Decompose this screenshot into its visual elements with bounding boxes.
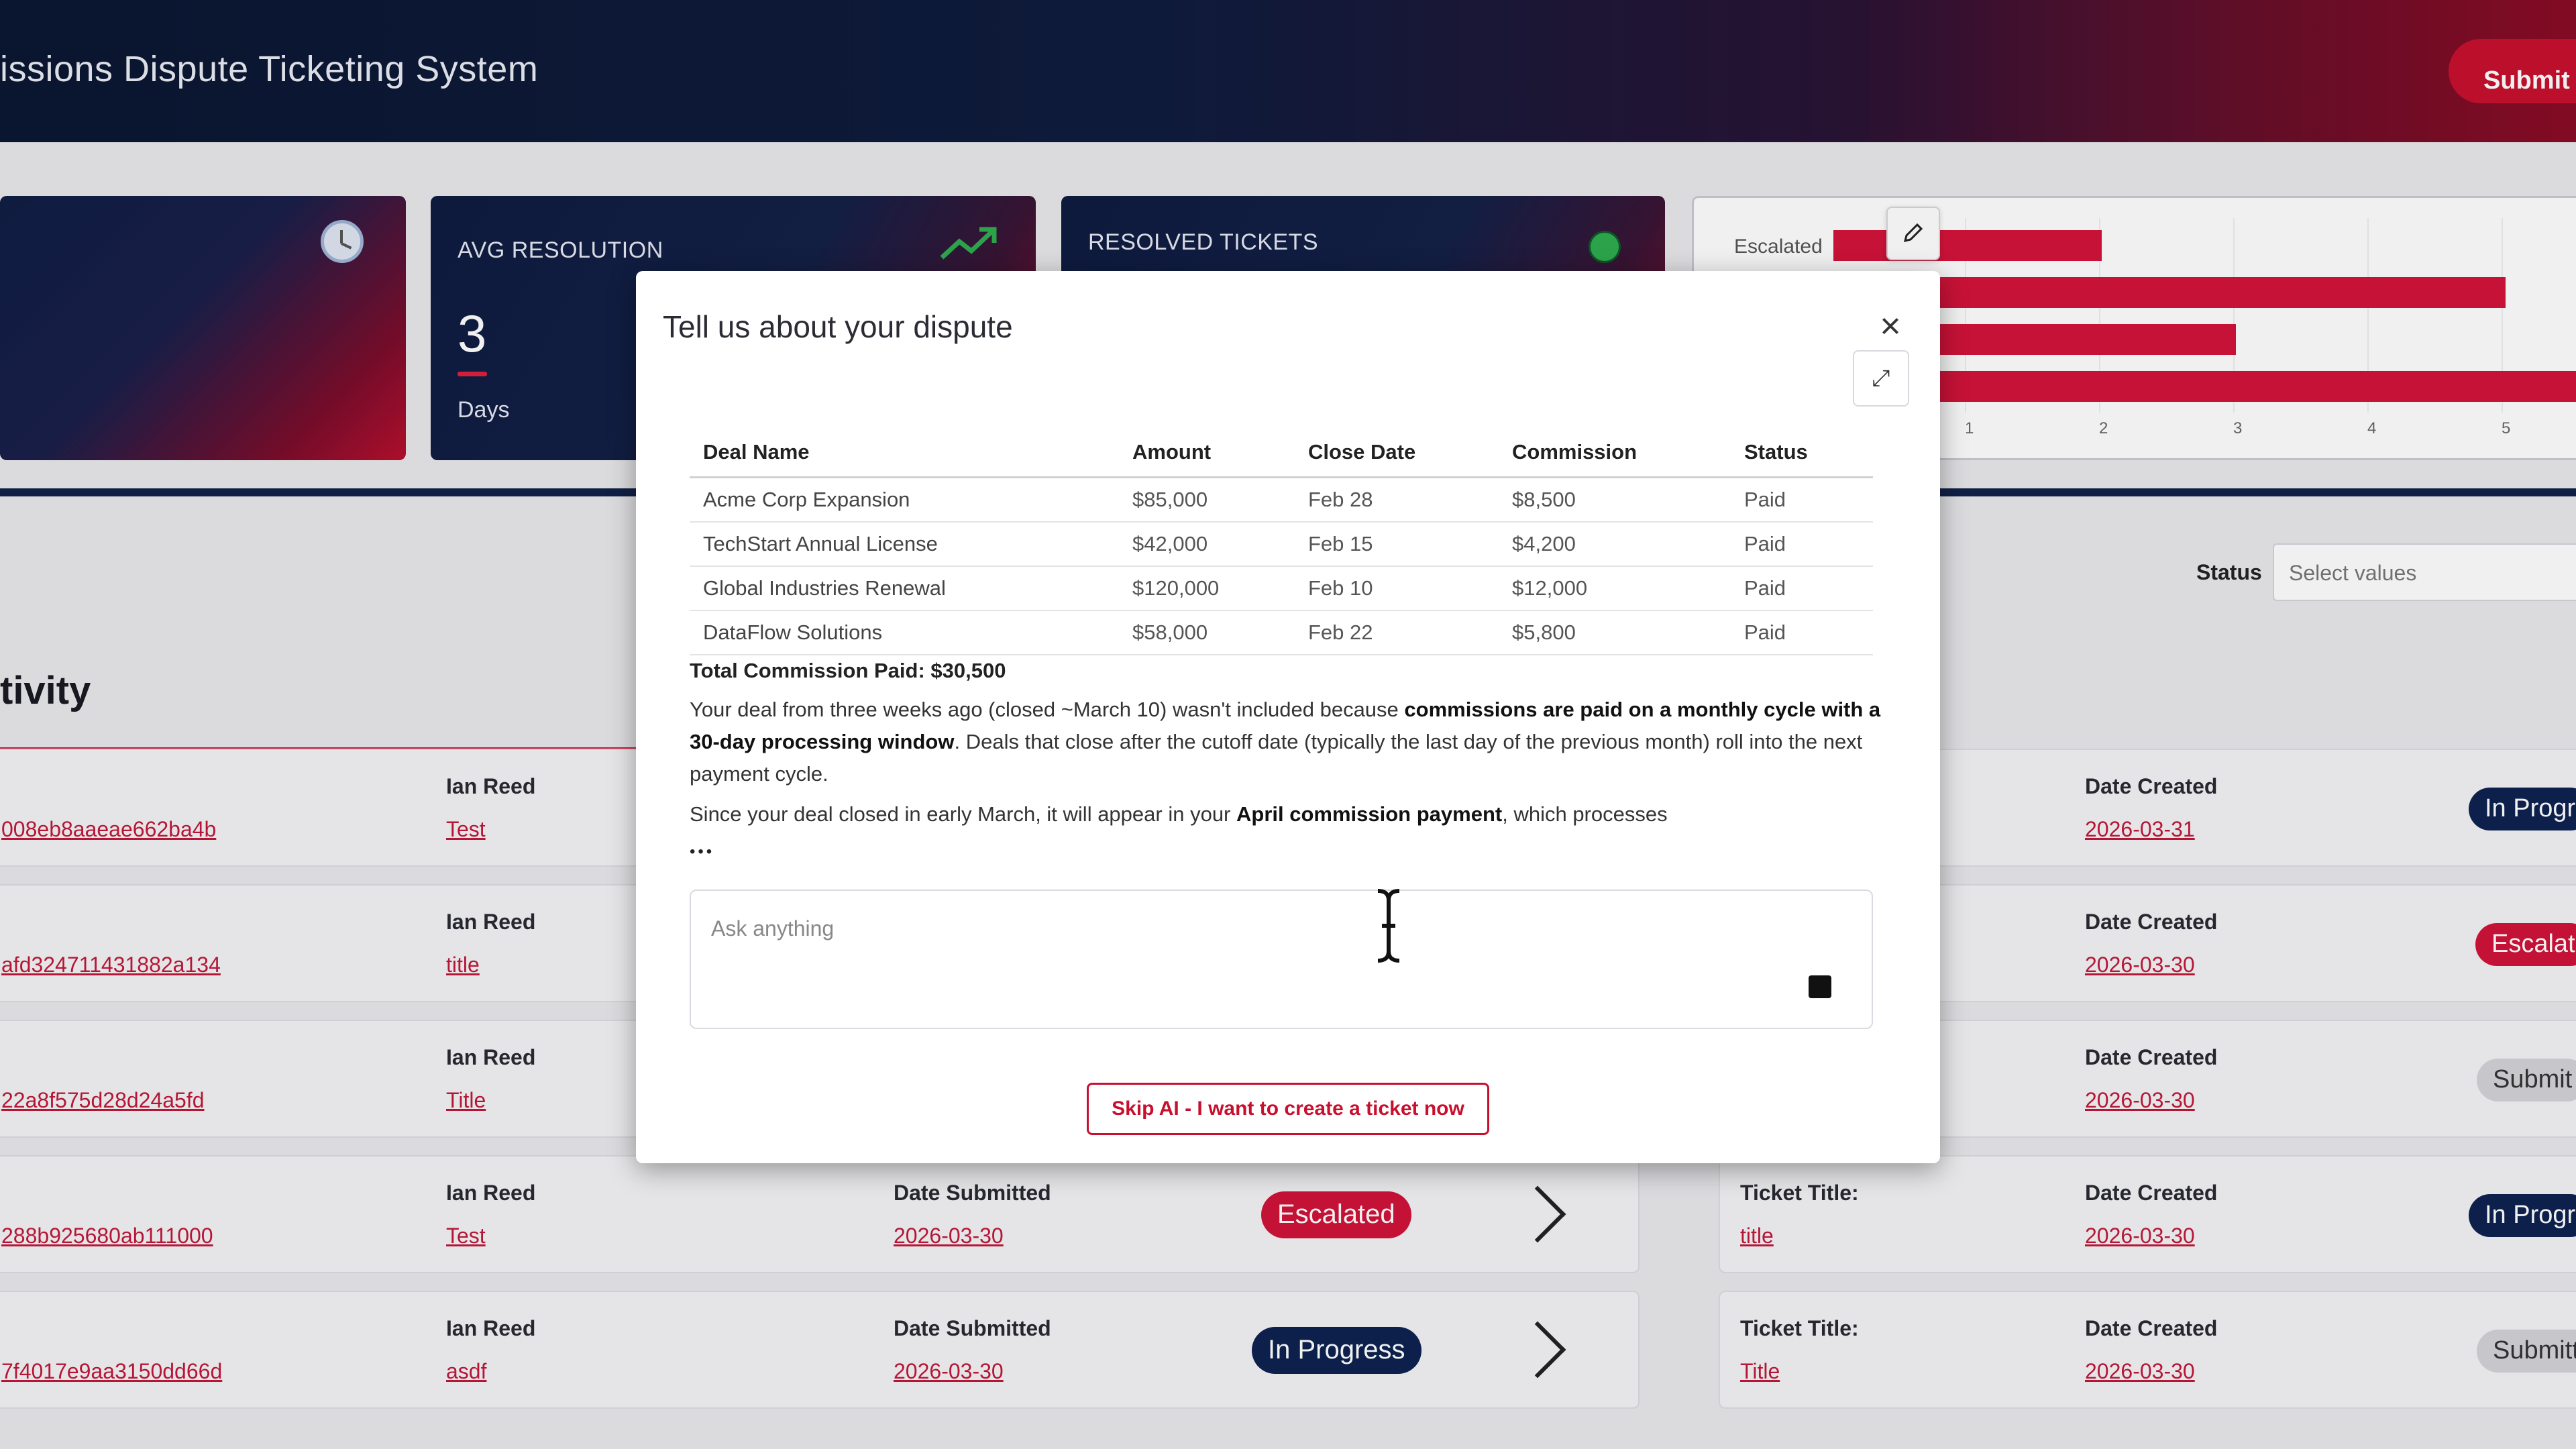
ask-placeholder: Ask anything [711,916,835,941]
table-header-row: Deal Name Amount Close Date Commission S… [690,427,1873,478]
deal-close-date: Feb 22 [1295,610,1499,655]
deal-close-date: Feb 10 [1295,566,1499,611]
text-cursor-icon [1377,889,1400,963]
column-header: Commission [1499,427,1731,478]
deal-amount: $120,000 [1119,566,1295,611]
column-header: Deal Name [690,427,1119,478]
deal-status: Paid [1731,477,1873,523]
deal-amount: $58,000 [1119,610,1295,655]
commission-table: Deal Name Amount Close Date Commission S… [690,427,1873,655]
deal-name: Acme Corp Expansion [690,477,1119,523]
deal-commission: $5,800 [1499,610,1731,655]
column-header: Close Date [1295,427,1499,478]
table-row: Acme Corp Expansion $85,000 Feb 28 $8,50… [690,477,1873,523]
ai-response-paragraph: Your deal from three weeks ago (closed ~… [690,694,1890,790]
skip-ai-button[interactable]: Skip AI - I want to create a ticket now [1087,1083,1489,1135]
total-commission: Total Commission Paid: $30,500 [690,659,1006,682]
table-row: TechStart Annual License $42,000 Feb 15 … [690,522,1873,567]
deal-name: TechStart Annual License [690,522,1119,567]
expand-icon[interactable]: ⤢ [1853,350,1909,407]
response-text: Since your deal closed in early March, i… [690,802,1236,826]
deal-commission: $12,000 [1499,566,1731,611]
deal-commission: $4,200 [1499,522,1731,567]
table-row: Global Industries Renewal $120,000 Feb 1… [690,566,1873,611]
deal-amount: $42,000 [1119,522,1295,567]
close-icon[interactable]: × [1870,306,1911,346]
deal-name: Global Industries Renewal [690,566,1119,611]
typing-indicator: ••• [690,843,715,861]
response-text: , which processes [1502,802,1668,826]
ask-input[interactable]: Ask anything [690,890,1873,1029]
column-header: Amount [1119,427,1295,478]
response-text: Your deal from three weeks ago (closed ~… [690,698,1405,721]
deal-close-date: Feb 15 [1295,522,1499,567]
deal-close-date: Feb 28 [1295,477,1499,523]
deal-name: DataFlow Solutions [690,610,1119,655]
modal-title: Tell us about your dispute [663,309,1013,344]
stop-icon[interactable] [1809,975,1831,998]
deal-status: Paid [1731,610,1873,655]
response-emphasis: April commission payment [1236,802,1503,826]
ai-response-paragraph: Since your deal closed in early March, i… [690,798,1890,830]
table-row: DataFlow Solutions $58,000 Feb 22 $5,800… [690,610,1873,655]
deal-status: Paid [1731,522,1873,567]
deal-commission: $8,500 [1499,477,1731,523]
dispute-ai-modal: Tell us about your dispute × ⤢ Deal Name… [636,271,1940,1163]
deal-amount: $85,000 [1119,477,1295,523]
column-header: Status [1731,427,1873,478]
deal-status: Paid [1731,566,1873,611]
